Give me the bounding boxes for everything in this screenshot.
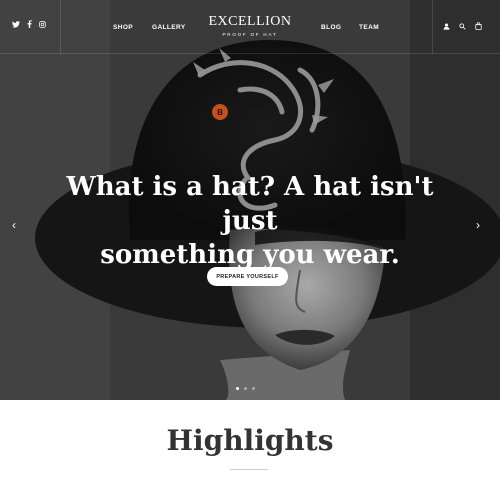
slider-dot[interactable] — [252, 387, 255, 390]
highlights-heading: Highlights — [166, 424, 334, 457]
nav-link-blog[interactable]: BLOG — [321, 24, 341, 31]
slider-next-arrow[interactable]: › — [476, 218, 480, 232]
site-logo[interactable]: EXCELLION PROOF OF HAT — [200, 14, 300, 37]
facebook-icon[interactable] — [27, 20, 32, 28]
search-icon[interactable] — [459, 22, 466, 30]
logo-wordmark: EXCELLION — [208, 14, 292, 29]
nav-link-shop[interactable]: SHOP — [113, 24, 133, 31]
hero-slider: B SHOP GALLERY EXCELLION PROOF OF HAT BL… — [0, 0, 500, 400]
social-links — [12, 20, 46, 28]
hero-headline-line: What is a hat? A hat isn't just — [66, 172, 434, 236]
heading-divider — [230, 469, 268, 470]
nav-divider — [432, 0, 433, 54]
top-navigation: SHOP GALLERY EXCELLION PROOF OF HAT BLOG… — [0, 0, 500, 54]
svg-text:B: B — [217, 108, 223, 117]
slider-pagination — [236, 387, 255, 390]
slider-prev-arrow[interactable]: ‹ — [12, 218, 16, 232]
instagram-icon[interactable] — [39, 20, 46, 28]
twitter-icon[interactable] — [12, 20, 20, 28]
nav-link-gallery[interactable]: GALLERY — [152, 24, 186, 31]
nav-link-team[interactable]: TEAM — [359, 24, 379, 31]
cart-icon[interactable] — [475, 22, 482, 30]
hero-headline-line: something you wear. — [100, 240, 400, 270]
user-icon[interactable] — [443, 23, 450, 30]
nav-utility-icons — [443, 22, 482, 30]
hero-headline: What is a hat? A hat isn't just somethin… — [40, 170, 460, 272]
prepare-yourself-button[interactable]: PREPARE YOURSELF — [207, 267, 288, 286]
nav-divider — [60, 0, 61, 54]
logo-tagline: PROOF OF HAT — [222, 32, 278, 37]
slider-dot-active[interactable] — [236, 387, 239, 390]
slider-dot[interactable] — [244, 387, 247, 390]
